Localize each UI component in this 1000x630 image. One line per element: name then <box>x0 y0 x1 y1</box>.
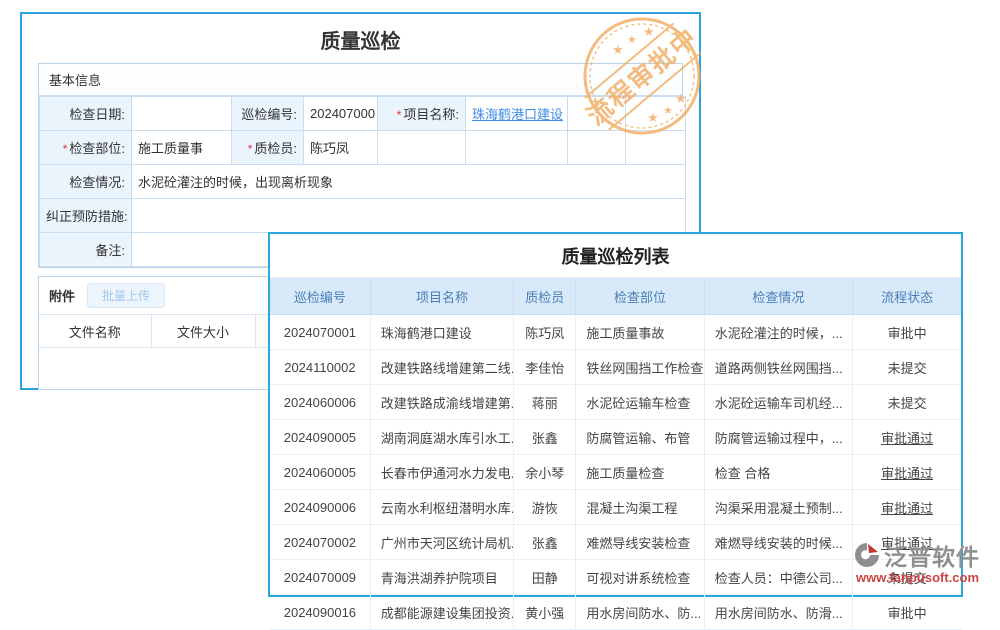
form-row-4: 纠正预防措施: <box>40 199 686 233</box>
col-check-part: 检查部位 <box>576 278 704 315</box>
cell-project-name[interactable]: 改建铁路线增建第二线... <box>370 350 513 385</box>
cell-project-name[interactable]: 青海洪湖养护院项目 <box>370 560 513 595</box>
patrol-no-field[interactable]: 202407000 <box>304 97 378 131</box>
cell-inspector[interactable]: 游恢 <box>514 490 576 525</box>
status-badge[interactable]: 审批中 <box>853 315 961 350</box>
cell-patrol-no[interactable]: 2024090006 <box>270 490 370 525</box>
cell-situation: 水泥砼运输车司机经... <box>704 385 852 420</box>
situation-label: 检查情况: <box>40 165 132 199</box>
vendor-url: www.fanpusoft.com <box>854 570 996 585</box>
required-star: * <box>397 108 402 122</box>
form-row-1: 检查日期: 巡检编号: 202407000 *项目名称: 珠海鹤港口建设 <box>40 97 686 131</box>
cell-project-name[interactable]: 云南水利枢纽潜明水库... <box>370 490 513 525</box>
required-star: * <box>248 142 253 156</box>
cell-inspector[interactable]: 蒋丽 <box>514 385 576 420</box>
cell-patrol-no[interactable]: 2024070009 <box>270 560 370 595</box>
cell-situation: 水泥砼灌注的时候，... <box>704 315 852 350</box>
check-part-field[interactable]: 施工质量事 <box>132 131 232 165</box>
empty-cell <box>568 97 626 131</box>
project-name-label: *项目名称: <box>378 97 466 131</box>
fanpu-logo-icon <box>854 542 880 568</box>
empty-cell <box>568 131 626 165</box>
cell-check-part: 施工质量检查 <box>576 455 704 490</box>
cell-inspector[interactable]: 陈巧凤 <box>514 315 576 350</box>
cell-inspector[interactable]: 李佳怡 <box>514 350 576 385</box>
cell-situation: 难燃导线安装的时候... <box>704 525 852 560</box>
inspector-field[interactable]: 陈巧凤 <box>304 131 378 165</box>
col-project-name: 项目名称 <box>370 278 513 315</box>
table-row: 2024090005 湖南洞庭湖水库引水工... 张鑫 防腐管运输、布管 防腐管… <box>270 420 961 455</box>
cell-patrol-no[interactable]: 2024070002 <box>270 525 370 560</box>
cell-patrol-no[interactable]: 2024070001 <box>270 315 370 350</box>
situation-field[interactable]: 水泥砼灌注的时候，出现离析现象 <box>132 165 686 199</box>
empty-cell <box>626 131 686 165</box>
corrective-label: 纠正预防措施: <box>40 199 132 233</box>
cell-check-part: 可视对讲系统检查 <box>576 560 704 595</box>
cell-project-name[interactable]: 珠海鹤港口建设 <box>370 315 513 350</box>
list-title: 质量巡检列表 <box>270 234 961 278</box>
project-name-link[interactable]: 珠海鹤港口建设 <box>472 107 563 122</box>
cell-project-name[interactable]: 改建铁路成渝线增建第... <box>370 385 513 420</box>
cell-inspector[interactable]: 张鑫 <box>514 420 576 455</box>
form-row-3: 检查情况: 水泥砼灌注的时候，出现离析现象 <box>40 165 686 199</box>
check-date-label: 检查日期: <box>40 97 132 131</box>
cell-check-part: 铁丝网围挡工作检查 <box>576 350 704 385</box>
cell-situation: 道路两侧铁丝网围挡... <box>704 350 852 385</box>
empty-cell <box>626 97 686 131</box>
patrol-no-label: 巡检编号: <box>232 97 304 131</box>
vendor-name: 泛普软件 <box>884 538 980 572</box>
cell-check-part: 防腐管运输、布管 <box>576 420 704 455</box>
required-star: * <box>63 142 68 156</box>
cell-patrol-no[interactable]: 2024060006 <box>270 385 370 420</box>
check-part-label: *检查部位: <box>40 131 132 165</box>
empty-cell <box>378 131 466 165</box>
cell-situation: 沟渠采用混凝土预制... <box>704 490 852 525</box>
status-badge[interactable]: 审批通过 <box>853 455 961 490</box>
empty-cell <box>466 131 568 165</box>
cell-check-part: 水泥砼运输车检查 <box>576 385 704 420</box>
status-badge[interactable]: 审批通过 <box>853 420 961 455</box>
col-inspector: 质检员 <box>514 278 576 315</box>
table-row: 2024060005 长春市伊通河水力发电... 余小琴 施工质量检查 检查 合… <box>270 455 961 490</box>
vendor-logo: 泛普软件 www.fanpusoft.com <box>854 538 996 585</box>
cell-inspector[interactable]: 田静 <box>514 560 576 595</box>
col-situation: 检查情况 <box>704 278 852 315</box>
inspector-label: *质检员: <box>232 131 304 165</box>
attachment-title: 附件 <box>49 286 75 305</box>
cell-check-part: 混凝土沟渠工程 <box>576 490 704 525</box>
cell-situation: 检查人员：中德公司... <box>704 560 852 595</box>
col-status: 流程状态 <box>853 278 961 315</box>
cell-patrol-no[interactable]: 2024090005 <box>270 420 370 455</box>
check-date-field[interactable] <box>132 97 232 131</box>
batch-upload-button[interactable]: 批量上传 <box>87 283 165 308</box>
form-row-2: *检查部位: 施工质量事 *质检员: 陈巧凤 <box>40 131 686 165</box>
cell-inspector[interactable]: 张鑫 <box>514 525 576 560</box>
col-patrol-no: 巡检编号 <box>270 278 370 315</box>
table-row: 2024060006 改建铁路成渝线增建第... 蒋丽 水泥砼运输车检查 水泥砼… <box>270 385 961 420</box>
cell-situation: 防腐管运输过程中，... <box>704 420 852 455</box>
col-file-size: 文件大小 <box>151 315 255 348</box>
status-badge[interactable]: 未提交 <box>853 385 961 420</box>
corrective-field[interactable] <box>132 199 686 233</box>
cell-patrol-no[interactable]: 2024110002 <box>270 350 370 385</box>
list-header-row: 巡检编号 项目名称 质检员 检查部位 检查情况 流程状态 <box>270 278 961 315</box>
cell-check-part: 施工质量事故 <box>576 315 704 350</box>
remark-label: 备注: <box>40 233 132 267</box>
form-title: 质量巡检 <box>22 14 699 63</box>
col-file-name: 文件名称 <box>39 315 151 348</box>
cell-patrol-no[interactable]: 2024060005 <box>270 455 370 490</box>
cell-situation: 检查 合格 <box>704 455 852 490</box>
project-name-field[interactable]: 珠海鹤港口建设 <box>466 97 568 131</box>
table-row: 2024090006 云南水利枢纽潜明水库... 游恢 混凝土沟渠工程 沟渠采用… <box>270 490 961 525</box>
table-row: 2024070001 珠海鹤港口建设 陈巧凤 施工质量事故 水泥砼灌注的时候，.… <box>270 315 961 350</box>
cell-check-part: 难燃导线安装检查 <box>576 525 704 560</box>
cell-inspector[interactable]: 余小琴 <box>514 455 576 490</box>
cell-project-name[interactable]: 湖南洞庭湖水库引水工... <box>370 420 513 455</box>
basic-info-header: 基本信息 <box>39 64 682 96</box>
table-row: 2024110002 改建铁路线增建第二线... 李佳怡 铁丝网围挡工作检查 道… <box>270 350 961 385</box>
cell-project-name[interactable]: 广州市天河区统计局机... <box>370 525 513 560</box>
status-badge[interactable]: 审批通过 <box>853 490 961 525</box>
cell-project-name[interactable]: 长春市伊通河水力发电... <box>370 455 513 490</box>
status-badge[interactable]: 未提交 <box>853 350 961 385</box>
